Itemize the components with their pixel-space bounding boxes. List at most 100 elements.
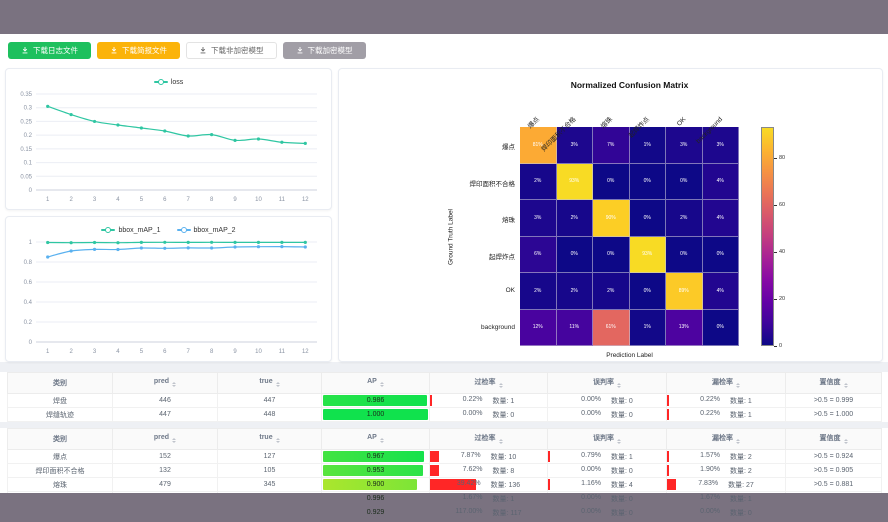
column-header-过检率[interactable]: 过检率 [430, 373, 548, 394]
matrix-cell: 3% [520, 200, 557, 237]
over-rate-cell-content: 0.22%数量: 1 [430, 396, 547, 406]
miss-rate-cell-content: 1.67%数量: 1 [667, 494, 785, 504]
over-rate-percent: 117.00% [455, 508, 482, 518]
sort-asc-icon [499, 381, 503, 385]
matrix-cell-value: 0% [717, 251, 724, 257]
map-chart-card: bbox_mAP_1bbox_mAP_200.20.40.60.81123456… [5, 216, 332, 362]
sort-icon[interactable] [617, 381, 621, 390]
ap-cell: 0.953 [322, 464, 430, 478]
over-rate-count: 数量: 1 [493, 396, 515, 406]
pred-cell: 479 [113, 478, 218, 492]
miss-rate-cell: 0.22%数量: 1 [667, 408, 786, 422]
column-header-置信度[interactable]: 置信度 [786, 373, 882, 394]
column-header-漏检率[interactable]: 漏检率 [667, 373, 786, 394]
column-header-true[interactable]: true [218, 373, 322, 394]
svg-text:11: 11 [279, 197, 286, 203]
miss-rate-cell-content: 1.90%数量: 2 [667, 466, 785, 476]
matrix-cell: 0% [593, 164, 630, 201]
sort-icon[interactable] [736, 381, 740, 390]
column-header-label: 误判率 [593, 379, 614, 386]
matrix-cell-value: 0% [607, 178, 614, 184]
column-header-AP[interactable]: AP [322, 429, 430, 450]
dashboard-window: 下载日志文件下载简报文件下载非加密模型下载加密模型 loss 00.050.10.… [0, 0, 888, 522]
matrix-cell: 2% [666, 200, 703, 237]
loss-chart-svg: 00.050.10.150.20.250.30.3512345678910111… [6, 88, 329, 206]
svg-text:0.15: 0.15 [20, 147, 32, 153]
colorbar-tick-mark [774, 299, 777, 300]
colorbar-tick-mark [774, 252, 777, 253]
svg-text:9: 9 [233, 197, 237, 203]
sort-icon[interactable] [844, 437, 848, 446]
sort-icon[interactable] [380, 436, 384, 445]
sort-icon[interactable] [380, 380, 384, 389]
sort-desc-icon [380, 385, 384, 389]
column-header-true[interactable]: true [218, 429, 322, 450]
column-header-类别: 类别 [8, 373, 113, 394]
table-head: 类别 pred true AP过检率 误判率 漏检率 置信度 [8, 373, 882, 394]
column-header-label: 类别 [53, 380, 67, 387]
class-cell: 焊缝轨迹 [8, 408, 113, 422]
sort-icon[interactable] [736, 437, 740, 446]
svg-text:6: 6 [163, 197, 167, 203]
sort-icon[interactable] [172, 380, 176, 389]
svg-text:11: 11 [279, 349, 286, 355]
sort-icon[interactable] [499, 437, 503, 446]
over-rate-cell-content: 1.67%数量: 1 [430, 494, 547, 504]
download-plain-button[interactable]: 下载非加密模型 [186, 42, 277, 59]
sort-icon[interactable] [499, 381, 503, 390]
mis-rate-cell-content: 0.00%数量: 0 [548, 466, 666, 476]
matrix-cell-value: 61% [606, 324, 616, 330]
sort-desc-icon [617, 386, 621, 390]
column-header-误判率[interactable]: 误判率 [548, 373, 667, 394]
download-log-button[interactable]: 下载日志文件 [8, 42, 91, 59]
column-header-误判率[interactable]: 误判率 [548, 429, 667, 450]
column-header-label: true [259, 378, 272, 385]
sort-icon[interactable] [172, 436, 176, 445]
matrix-cell-value: 0% [644, 178, 651, 184]
svg-text:1: 1 [46, 349, 50, 355]
table-row: 焊盘4464470.9860.22%数量: 10.00%数量: 00.22%数量… [8, 394, 882, 408]
x-axis-labels: 123456789101112 [46, 349, 309, 355]
download-enc-button[interactable]: 下载加密模型 [283, 42, 366, 59]
summary-table-top: 类别 pred true AP过检率 误判率 漏检率 置信度焊盘4464470.9860.2… [7, 372, 882, 422]
svg-text:12: 12 [302, 197, 309, 203]
download-toolbar: 下载日志文件下载简报文件下载非加密模型下载加密模型 [0, 34, 888, 66]
ap-value: 0.967 [322, 453, 429, 460]
matrix-cell: 90% [593, 200, 630, 237]
legend-line-icon [101, 229, 115, 231]
mis-rate-count: 数量: 1 [611, 452, 633, 462]
legend-item-bbox_mAP_1[interactable]: bbox_mAP_1 [101, 227, 160, 234]
sort-asc-icon [617, 381, 621, 385]
mis-rate-percent: 1.16% [581, 480, 601, 490]
sort-icon[interactable] [617, 437, 621, 446]
matrix-cell-value: 3% [717, 142, 724, 148]
matrix-cell: 4% [703, 164, 740, 201]
true-cell: 127 [218, 450, 322, 464]
matrix-cell-value: 1% [644, 324, 651, 330]
pred-cell: 132 [113, 464, 218, 478]
download-icon [199, 46, 207, 54]
column-header-过检率[interactable]: 过检率 [430, 429, 548, 450]
download-icon [21, 46, 29, 54]
sort-desc-icon [276, 385, 280, 389]
column-header-AP[interactable]: AP [322, 373, 430, 394]
legend-item-bbox_mAP_2[interactable]: bbox_mAP_2 [177, 227, 236, 234]
matrix-cell-value: 89% [679, 288, 689, 294]
sort-desc-icon [499, 442, 503, 446]
confidence-cell: >0.5 = 0.924 [786, 450, 882, 464]
legend-item-loss[interactable]: loss [154, 79, 183, 86]
matrix-cell: 93% [557, 164, 594, 201]
download-report-button[interactable]: 下载简报文件 [97, 42, 180, 59]
column-header-置信度[interactable]: 置信度 [786, 429, 882, 450]
sort-icon[interactable] [844, 381, 848, 390]
column-header-pred[interactable]: pred [113, 429, 218, 450]
column-header-漏检率[interactable]: 漏检率 [667, 429, 786, 450]
sort-icon[interactable] [276, 380, 280, 389]
mis-rate-cell: 0.00%数量: 0 [548, 464, 667, 478]
sort-icon[interactable] [276, 436, 280, 445]
svg-text:10: 10 [255, 349, 262, 355]
column-header-pred[interactable]: pred [113, 373, 218, 394]
column-header-label: 漏检率 [712, 379, 733, 386]
matrix-cell-value: 7% [607, 142, 614, 148]
matrix-cell: 0% [666, 237, 703, 274]
